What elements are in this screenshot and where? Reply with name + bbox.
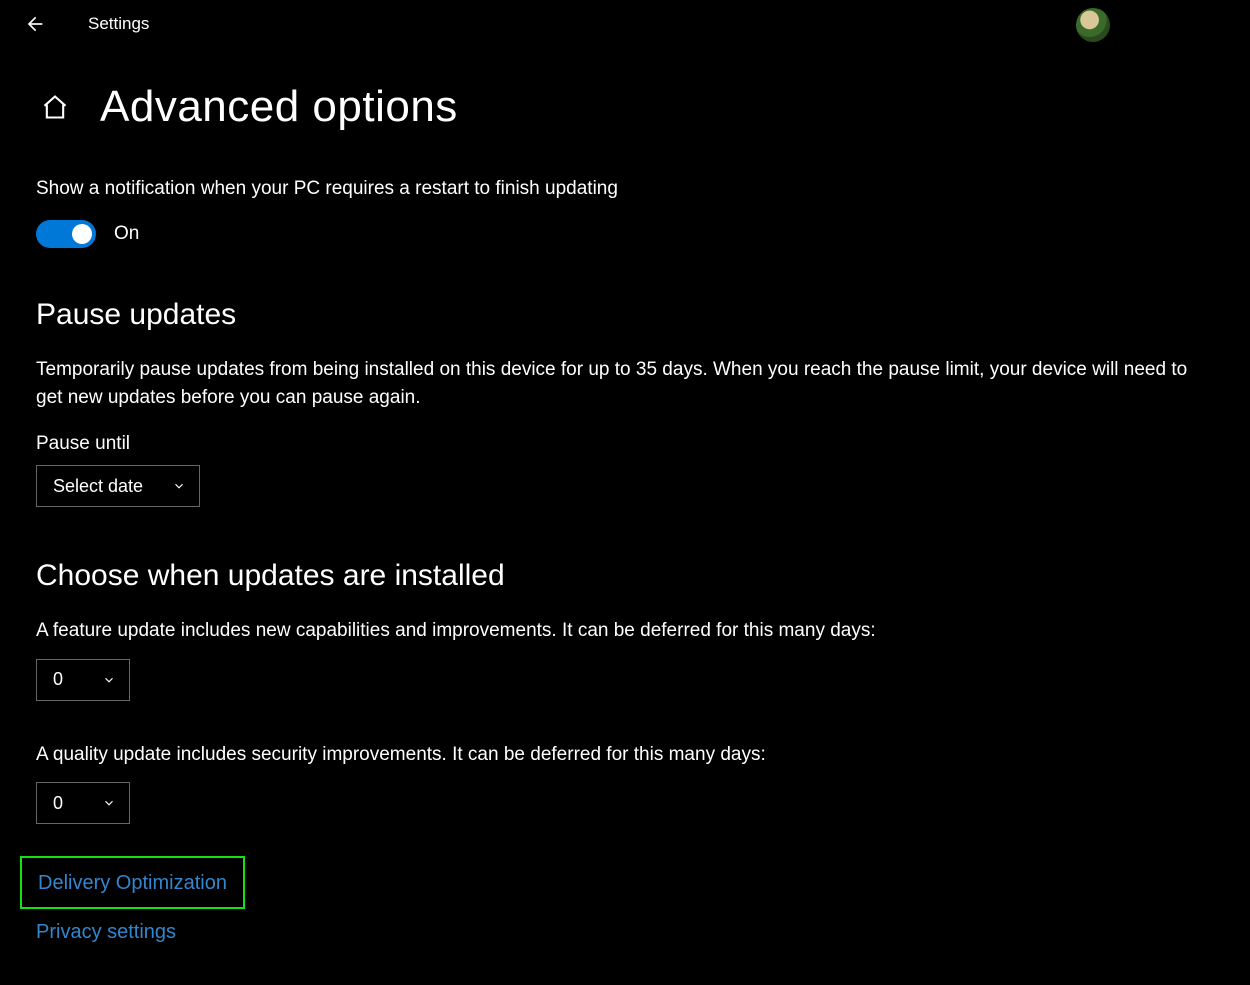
restart-notify-label: Show a notification when your PC require… — [36, 178, 1222, 200]
app-title: Settings — [88, 14, 149, 34]
arrow-left-icon — [24, 14, 44, 34]
privacy-settings-link[interactable]: Privacy settings — [36, 915, 176, 950]
pause-updates-description: Temporarily pause updates from being ins… — [36, 356, 1216, 411]
feature-update-label: A feature update includes new capabiliti… — [36, 617, 1216, 645]
delivery-optimization-highlight: Delivery Optimization — [20, 856, 245, 909]
chevron-down-icon — [101, 672, 117, 688]
chevron-down-icon — [171, 478, 187, 494]
content-area: Advanced options Show a notification whe… — [0, 48, 1250, 950]
page-title: Advanced options — [100, 82, 458, 132]
restart-notify-toggle[interactable] — [36, 220, 96, 248]
home-icon — [41, 93, 69, 121]
pause-until-label: Pause until — [36, 433, 1222, 455]
toggle-knob — [72, 224, 92, 244]
pause-updates-heading: Pause updates — [36, 298, 1222, 332]
avatar[interactable] — [1076, 8, 1110, 42]
quality-update-defer-dropdown[interactable]: 0 — [36, 782, 130, 824]
page-header: Advanced options — [36, 82, 1222, 132]
quality-update-defer-value: 0 — [53, 793, 63, 814]
pause-until-dropdown[interactable]: Select date — [36, 465, 200, 507]
back-button[interactable] — [18, 8, 50, 40]
home-button[interactable] — [40, 92, 70, 122]
feature-update-defer-value: 0 — [53, 669, 63, 690]
choose-when-heading: Choose when updates are installed — [36, 559, 1222, 593]
quality-update-label: A quality update includes security impro… — [36, 741, 1216, 769]
restart-notify-toggle-state: On — [114, 223, 139, 245]
chevron-down-icon — [101, 795, 117, 811]
restart-notify-toggle-row: On — [36, 220, 1222, 248]
feature-update-defer-dropdown[interactable]: 0 — [36, 659, 130, 701]
pause-until-dropdown-value: Select date — [53, 476, 143, 497]
titlebar: Settings — [0, 0, 1250, 48]
delivery-optimization-link[interactable]: Delivery Optimization — [38, 872, 227, 895]
